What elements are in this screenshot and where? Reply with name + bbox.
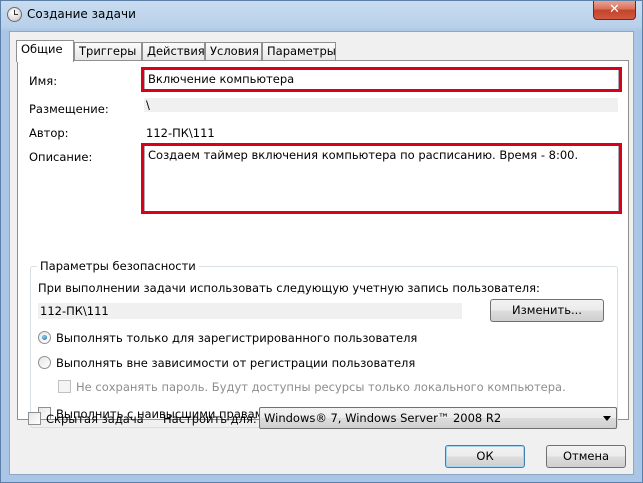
close-button[interactable]: ✕ [593, 1, 636, 20]
dont-store-password-checkbox [58, 380, 71, 393]
run-any-label[interactable]: Выполнять вне зависимости от регистрации… [56, 356, 415, 370]
dialog-client-area: Общие Триггеры Действия Условия Параметр… [9, 31, 634, 475]
configure-for-value: Windows® 7, Windows Server™ 2008 R2 [264, 411, 502, 425]
security-group-title: Параметры безопасности [37, 259, 199, 273]
tab-actions[interactable]: Действия [142, 42, 205, 61]
title-bar[interactable]: Создание задачи ✕ [1, 1, 642, 29]
location-label: Размещение: [29, 102, 109, 116]
cancel-button[interactable]: Отмена [546, 445, 626, 468]
location-value: \ [144, 98, 618, 112]
tab-general[interactable]: Общие [16, 40, 74, 62]
name-highlight-frame [141, 67, 622, 92]
description-label: Описание: [29, 150, 93, 164]
general-tab-panel: Имя: Включение компьютера Размещение: \ … [17, 60, 629, 428]
hidden-task-label[interactable]: Скрытая задача [46, 412, 144, 426]
run-as-text: При выполнении задачи использовать следу… [38, 281, 540, 295]
ok-button[interactable]: ОК [445, 445, 525, 468]
security-options-group: Параметры безопасности При выполнении за… [30, 259, 618, 428]
tab-conditions[interactable]: Условия [205, 42, 262, 61]
configure-for-select[interactable]: Windows® 7, Windows Server™ 2008 R2 [259, 407, 617, 429]
chevron-down-icon [603, 416, 611, 421]
task-dialog-window: Создание задачи ✕ Общие Триггеры Действи… [0, 0, 643, 483]
window-title: Создание задачи [27, 7, 136, 21]
author-label: Автор: [29, 126, 69, 140]
tab-triggers[interactable]: Триггеры [74, 42, 142, 61]
tab-settings[interactable]: Параметры [262, 42, 336, 61]
description-highlight-frame [141, 143, 622, 214]
hidden-task-checkbox[interactable] [28, 412, 41, 425]
run-logged-on-label[interactable]: Выполнять только для зарегистрированного… [56, 331, 417, 345]
clock-icon [7, 7, 22, 22]
name-label: Имя: [29, 74, 58, 88]
run-logged-on-radio[interactable] [38, 331, 51, 344]
configure-for-label: Настроить для: [163, 412, 257, 426]
author-value: 112-ПК\111 [146, 126, 215, 140]
run-any-radio[interactable] [38, 356, 51, 369]
user-account-value: 112-ПК\111 [38, 303, 462, 319]
change-user-button[interactable]: Изменить... [490, 299, 604, 322]
dont-store-password-label: Не сохранять пароль. Будут доступны ресу… [76, 380, 566, 394]
